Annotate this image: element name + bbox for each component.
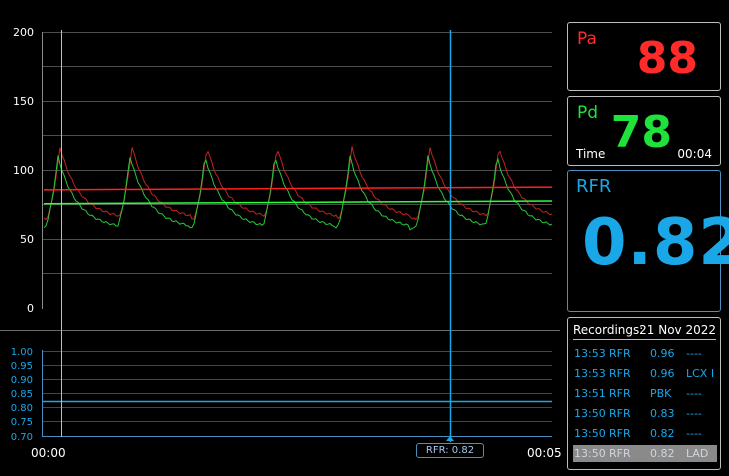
pd-label: Pd [577, 103, 599, 123]
pd-pressure-waveform [43, 155, 553, 231]
pa-pressure-waveform [43, 146, 553, 221]
recordings-date: 21 Nov 2022 [639, 323, 716, 337]
recording-value: PBK [650, 387, 672, 400]
recording-value: 0.83 [650, 407, 675, 420]
recording-row[interactable]: 13:53 RFR 0.96 LCX I [573, 365, 717, 382]
time-axis-start: 00:00 [31, 446, 66, 460]
pa-mean-line [43, 186, 553, 191]
recordings-header: Recordings: 21 Nov 2022 [573, 323, 716, 340]
rfr-tick-label: 1.00 [11, 347, 33, 358]
pressure-tick-label: 0 [27, 302, 34, 315]
recording-vessel: ---- [686, 347, 702, 360]
recording-value: 0.82 [650, 427, 675, 440]
rfr-tick-label: 0.70 [11, 432, 33, 443]
pa-label: Pa [577, 29, 597, 49]
recording-time: 13:51 [574, 387, 606, 400]
pd-mean-line [43, 200, 553, 205]
time-axis-end: 00:05 [527, 446, 562, 460]
recording-time: 13:53 [574, 347, 606, 360]
recording-vessel: ---- [686, 387, 702, 400]
recording-time: 13:50 [574, 427, 606, 440]
recording-row[interactable]: 13:50 RFR 0.82 ---- [573, 425, 717, 442]
recording-vessel: LCX I [686, 367, 715, 380]
recording-value: 0.96 [650, 347, 675, 360]
rfr-cursor-marker[interactable]: RFR: 0.82 [416, 443, 484, 458]
recording-row[interactable]: 13:51 RFR PBK ---- [573, 385, 717, 402]
recording-row[interactable]: 13:53 RFR 0.96 ---- [573, 345, 717, 362]
fractional-flow-monitor-screen: 200 150 100 50 0 1.00 0.95 0.90 0.85 0.8… [0, 0, 729, 476]
pressure-tick-label: 100 [13, 164, 34, 177]
time-label: Time [576, 147, 606, 161]
pressure-tick-label: 150 [13, 95, 34, 108]
recording-value: 0.96 [650, 367, 675, 380]
rfr-tick-label: 0.75 [11, 417, 33, 428]
pd-panel: Pd 78 Time 00:04 [567, 96, 721, 166]
recording-row[interactable]: 13:50 RFR 0.83 ---- [573, 405, 717, 422]
rfr-tick-label: 0.95 [11, 361, 33, 372]
pa-value: 88 [636, 33, 698, 84]
recording-type: RFR [609, 387, 631, 400]
rfr-panel: RFR 0.82 [567, 170, 729, 312]
rfr-label: RFR [576, 176, 612, 197]
recording-type: RFR [609, 347, 631, 360]
recording-time: 13:50 [574, 447, 606, 460]
recording-type: RFR [609, 427, 631, 440]
recording-vessel: LAD [686, 447, 709, 460]
rfr-tick-label: 0.85 [11, 389, 33, 400]
recording-type: RFR [609, 447, 631, 460]
rfr-value: 0.82 [582, 206, 729, 280]
recording-type: RFR [609, 367, 631, 380]
time-value: 00:04 [677, 147, 712, 161]
rfr-tick-label: 0.90 [11, 375, 33, 386]
rfr-gridlines [43, 351, 552, 422]
recording-vessel: ---- [686, 427, 702, 440]
pressure-tick-label: 200 [13, 26, 34, 39]
recording-time: 13:50 [574, 407, 606, 420]
rfr-tick-label: 0.80 [11, 403, 33, 414]
recording-type: RFR [609, 407, 631, 420]
pressure-gridlines [43, 32, 552, 274]
recordings-title: Recordings: [573, 323, 644, 337]
recordings-panel: Recordings: 21 Nov 2022 13:53 RFR 0.96 -… [567, 317, 721, 470]
recording-time: 13:53 [574, 367, 606, 380]
pd-value: 78 [610, 107, 672, 158]
recording-row-selected[interactable]: 13:50 RFR 0.82 LAD [573, 445, 717, 462]
pa-panel: Pa 88 [567, 22, 721, 91]
recording-value: 0.82 [650, 447, 675, 460]
recording-vessel: ---- [686, 407, 702, 420]
pressure-tick-label: 50 [20, 233, 34, 246]
